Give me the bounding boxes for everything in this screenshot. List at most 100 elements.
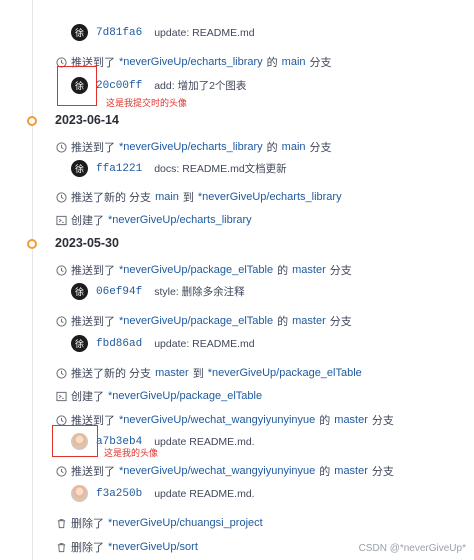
date-heading: 2023-05-30 [55, 236, 119, 250]
event-mid: 到 [182, 192, 194, 204]
event-suffix: 分支 [309, 142, 332, 154]
branch-link[interactable]: master [334, 414, 368, 426]
event-prefix: 删除了 [71, 518, 104, 530]
event-mid: 的 [277, 316, 289, 328]
event-mid: 到 [192, 368, 204, 380]
push-event: 推送到了 *neverGiveUp/echarts_library 的 main… [56, 139, 332, 155]
avatar[interactable]: 徐 [71, 283, 88, 300]
timeline-line [32, 0, 33, 560]
commit-sha-link[interactable]: fbd86ad [96, 338, 142, 350]
push-clock-icon [56, 141, 67, 153]
repo-link[interactable]: *neverGiveUp/wechat_wangyiyunyinyue [119, 465, 315, 477]
avatar[interactable]: 徐 [71, 24, 88, 41]
commit-sha-link[interactable]: 7d81fa6 [96, 27, 142, 39]
new-branch-event: 推送了新的 分支 master 到 *neverGiveUp/package_e… [56, 365, 362, 381]
event-mid: 的 [266, 57, 278, 69]
push-clock-icon [56, 264, 67, 276]
event-mid: 的 [266, 142, 278, 154]
commit-sha-link[interactable]: 20c00ff [96, 80, 142, 92]
commit-row: 徐 20c00ff add: 增加了2个图表 [71, 77, 246, 94]
branch-link[interactable]: master [155, 367, 189, 379]
commit-message: add: 增加了2个图表 [154, 80, 247, 92]
event-suffix: 分支 [329, 316, 352, 328]
push-event: 推送到了 *neverGiveUp/package_elTable 的 mast… [56, 313, 352, 329]
commit-row: 徐 ffa1221 docs: README.md文档更新 [71, 160, 287, 177]
push-event: 推送到了 *neverGiveUp/package_elTable 的 mast… [56, 262, 352, 278]
annotation-commit-avatar: 这是我提交时的头像 [106, 98, 188, 108]
event-mid: 的 [319, 466, 331, 478]
event-prefix: 推送到了 [71, 316, 115, 328]
push-clock-icon [56, 367, 67, 379]
branch-link[interactable]: main [155, 191, 179, 203]
repo-link[interactable]: *neverGiveUp/echarts_library [198, 191, 342, 203]
event-suffix: 分支 [309, 57, 332, 69]
commit-message: update README.md. [154, 435, 255, 448]
commit-sha-link[interactable]: 06ef94f [96, 286, 142, 298]
push-clock-icon [56, 191, 67, 203]
event-prefix: 创建了 [71, 215, 104, 227]
repo-link[interactable]: *neverGiveUp/wechat_wangyiyunyinyue [119, 414, 315, 426]
avatar[interactable] [71, 485, 88, 502]
date-dot [27, 239, 37, 249]
push-event: 推送到了 *neverGiveUp/wechat_wangyiyunyinyue… [56, 412, 394, 428]
delete-event: 删除了 *neverGiveUp/sort [56, 539, 198, 555]
highlight-box [52, 425, 98, 457]
new-branch-event: 推送了新的 分支 main 到 *neverGiveUp/echarts_lib… [56, 189, 342, 205]
branch-link[interactable]: main [282, 56, 306, 68]
event-prefix: 推送到了 [71, 265, 115, 277]
event-prefix: 推送到了 [71, 142, 115, 154]
delete-event: 删除了 *neverGiveUp/chuangsi_project [56, 515, 263, 531]
event-suffix: 分支 [371, 466, 394, 478]
avatar[interactable]: 徐 [71, 160, 88, 177]
trash-icon [56, 542, 67, 553]
annotation-profile-avatar: 这是我的头像 [104, 448, 159, 458]
push-clock-icon [56, 414, 67, 426]
commit-row: 徐 7d81fa6 update: README.md [71, 24, 255, 41]
repo-link[interactable]: *neverGiveUp/package_elTable [119, 264, 273, 276]
repo-link[interactable]: *neverGiveUp/echarts_library [108, 214, 252, 226]
commit-message: docs: README.md文档更新 [154, 163, 287, 175]
create-event: 创建了 *neverGiveUp/package_elTable [56, 388, 262, 404]
event-prefix: 删除了 [71, 542, 104, 554]
event-suffix: 分支 [329, 265, 352, 277]
push-event: 推送到了 *neverGiveUp/echarts_library 的 main… [56, 54, 332, 70]
commit-row: 徐 06ef94f style: 删除多余注释 [71, 283, 245, 300]
repo-link[interactable]: *neverGiveUp/echarts_library [119, 56, 263, 68]
event-prefix: 推送了新的 分支 [71, 368, 152, 380]
watermark: CSDN @*neverGiveUp* [358, 543, 466, 554]
commit-message: update README.md. [154, 487, 255, 500]
branch-link[interactable]: master [334, 465, 368, 477]
push-clock-icon [56, 465, 67, 477]
push-event: 推送到了 *neverGiveUp/wechat_wangyiyunyinyue… [56, 463, 394, 479]
repo-link[interactable]: *neverGiveUp/package_elTable [119, 315, 273, 327]
repo-link[interactable]: *neverGiveUp/sort [108, 541, 198, 553]
repo-link[interactable]: *neverGiveUp/package_elTable [108, 390, 262, 402]
date-dot [27, 116, 37, 126]
event-prefix: 创建了 [71, 391, 104, 403]
avatar[interactable]: 徐 [71, 335, 88, 352]
branch-link[interactable]: main [282, 141, 306, 153]
repo-link[interactable]: *neverGiveUp/chuangsi_project [108, 517, 263, 529]
branch-link[interactable]: master [292, 264, 326, 276]
commit-row: f3a250b update README.md. [71, 485, 255, 502]
branch-link[interactable]: master [292, 315, 326, 327]
commit-sha-link[interactable]: ffa1221 [96, 163, 142, 175]
create-event: 创建了 *neverGiveUp/echarts_library [56, 212, 252, 228]
push-clock-icon [56, 315, 67, 327]
repo-link[interactable]: *neverGiveUp/echarts_library [119, 141, 263, 153]
date-heading: 2023-06-14 [55, 113, 119, 127]
repo-create-icon [56, 215, 67, 226]
event-prefix: 推送了新的 分支 [71, 192, 152, 204]
event-mid: 的 [277, 265, 289, 277]
commit-sha-link[interactable]: f3a250b [96, 488, 142, 500]
event-mid: 的 [319, 415, 331, 427]
repo-create-icon [56, 391, 67, 402]
event-prefix: 推送到了 [71, 466, 115, 478]
commit-row: 徐 fbd86ad update: README.md [71, 335, 255, 352]
commit-row: a7b3eb4 update README.md. [71, 433, 255, 450]
highlight-box [57, 66, 97, 106]
event-suffix: 分支 [371, 415, 394, 427]
repo-link[interactable]: *neverGiveUp/package_elTable [208, 367, 362, 379]
commit-message: style: 删除多余注释 [154, 286, 245, 298]
commit-message: update: README.md [154, 337, 255, 350]
